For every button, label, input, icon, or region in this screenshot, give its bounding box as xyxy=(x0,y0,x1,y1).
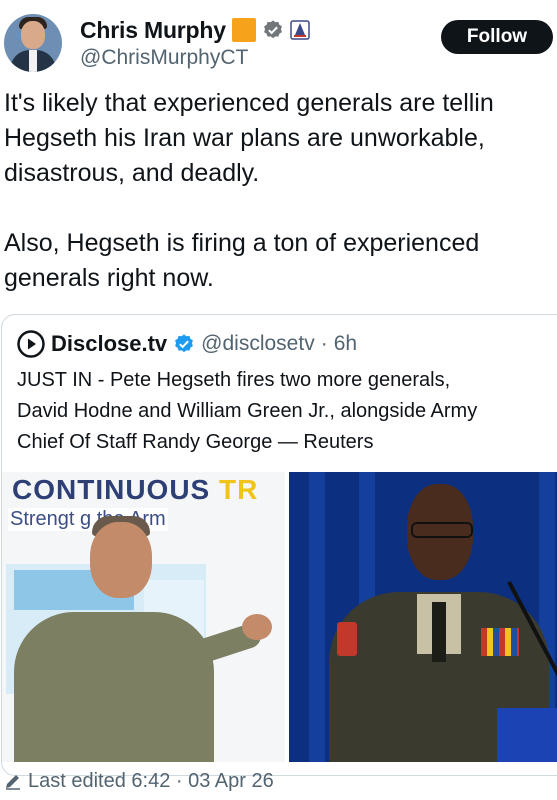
pencil-icon xyxy=(6,775,20,790)
follow-button[interactable]: Follow xyxy=(441,20,553,54)
orange-square-icon xyxy=(231,18,256,42)
disclose-logo-icon[interactable] xyxy=(17,330,45,358)
quoted-display-name[interactable]: Disclose.tv xyxy=(51,331,167,357)
quoted-handle[interactable]: @disclosetv xyxy=(201,332,315,356)
author-name-row: Chris Murphy xyxy=(80,14,310,46)
ribbon-rack xyxy=(481,628,519,656)
quoted-timestamp[interactable]: 6h xyxy=(334,332,357,356)
soldier-head xyxy=(90,522,152,598)
verified-badge-icon[interactable] xyxy=(262,19,284,41)
quoted-separator: · xyxy=(320,332,328,355)
curtain-fold xyxy=(309,472,325,762)
author-handle[interactable]: @ChrisMurphyCT xyxy=(80,46,248,70)
avatar-shirt xyxy=(29,50,37,72)
verified-badge-icon[interactable] xyxy=(173,333,195,355)
general-tie xyxy=(432,602,446,662)
quoted-tweet-header: Disclose.tv @disclosetv · 6h xyxy=(17,329,357,359)
shoulder-patch xyxy=(337,622,357,656)
quoted-photo-left[interactable]: CONTINUOUS TR Strengt g the Arm xyxy=(2,472,285,762)
podium xyxy=(497,708,557,762)
soldier-figure xyxy=(14,612,214,762)
last-edited-row[interactable]: Last edited 6:42 · 03 Apr 26 xyxy=(4,768,274,794)
quoted-photo-right[interactable] xyxy=(289,472,557,762)
soldier-hand xyxy=(242,614,272,640)
author-avatar[interactable] xyxy=(4,14,62,72)
quoted-tweet-text: JUST IN - Pete Hegseth fires two more ge… xyxy=(17,369,478,453)
quoted-tweet-card[interactable]: Disclose.tv @disclosetv · 6h JUST IN - P… xyxy=(1,314,557,776)
general-glasses xyxy=(411,522,473,538)
tweet-text: It's likely that experienced generals ar… xyxy=(4,89,494,292)
author-display-name[interactable]: Chris Murphy xyxy=(80,17,226,44)
photo-banner-text: CONTINUOUS TR xyxy=(12,474,259,505)
avatar-face xyxy=(21,21,45,49)
last-edited-label[interactable]: Last edited 6:42 · 03 Apr 26 xyxy=(28,770,274,793)
flag-icon xyxy=(290,20,310,40)
